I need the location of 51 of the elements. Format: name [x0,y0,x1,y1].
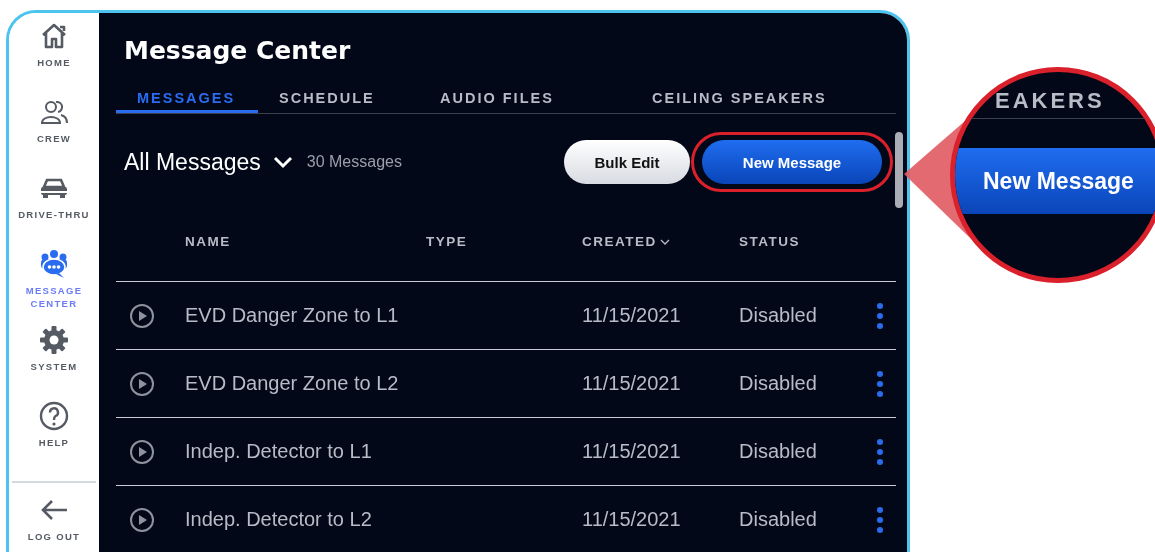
nav-item[interactable]: SYSTEM [9,325,99,401]
status-cell: Disabled [739,508,817,531]
play-icon[interactable] [129,506,155,533]
bulk-edit-button[interactable]: Bulk Edit [564,140,690,184]
status-cell: Disabled [739,304,817,327]
chevron-down-icon [272,155,293,169]
column-header[interactable]: CREATED [582,234,670,249]
date-cell: 11/15/2021 [582,508,681,531]
nav-item[interactable]: CREW [9,97,99,173]
more-icon[interactable] [876,438,884,465]
nav-item[interactable]: HELP [9,401,99,477]
nav-item[interactable]: LOG OUT [12,481,96,552]
name-cell: EVD Danger Zone to L2 [185,372,399,395]
table-row[interactable]: EVD Danger Zone to L1 11/15/2021 Disabled [116,282,896,350]
tab[interactable]: SCHEDULE [258,86,419,113]
table-row[interactable]: Indep. Detector to L2 11/15/2021 Disabled [116,486,896,552]
scrollbar[interactable] [895,132,903,208]
tab-label: EAKERS [995,88,1105,114]
tab[interactable]: CEILING SPEAKERS [631,86,881,113]
tab[interactable]: AUDIO FILES [419,86,631,113]
date-cell: 11/15/2021 [582,440,681,463]
nav-item[interactable]: MESSAGE CENTER [9,249,99,325]
more-icon[interactable] [876,370,884,397]
nav-item[interactable]: HOME [9,21,99,97]
help-icon [39,401,69,431]
column-header[interactable]: STATUS [739,234,800,249]
tab[interactable]: MESSAGES [116,86,258,113]
message-count: 30 Messages [306,153,402,171]
new-message-button[interactable]: New Message [702,140,882,184]
nav-item[interactable]: DRIVE-THRU [9,173,99,249]
more-icon[interactable] [876,302,884,329]
name-cell: Indep. Detector to L1 [185,440,372,463]
column-header[interactable]: TYPE [426,234,468,249]
sort-caret-icon [659,238,670,245]
date-cell: 11/15/2021 [582,372,681,395]
chat-group-icon [39,249,69,279]
play-icon[interactable] [129,370,155,397]
gear-icon [39,325,69,355]
table-row[interactable]: Indep. Detector to L1 11/15/2021 Disabled [116,418,896,486]
column-header[interactable]: NAME [185,234,231,249]
filter-dropdown[interactable]: All Messages [116,148,293,176]
name-cell: EVD Danger Zone to L1 [185,304,399,327]
status-cell: Disabled [739,372,817,395]
play-icon[interactable] [129,438,155,465]
page-title: Message Center [124,35,352,67]
table-row[interactable]: EVD Danger Zone to L2 11/15/2021 Disabled [116,350,896,418]
status-cell: Disabled [739,440,817,463]
name-cell: Indep. Detector to L2 [185,508,372,531]
more-icon[interactable] [876,506,884,533]
play-icon[interactable] [129,302,155,329]
date-cell: 11/15/2021 [582,304,681,327]
